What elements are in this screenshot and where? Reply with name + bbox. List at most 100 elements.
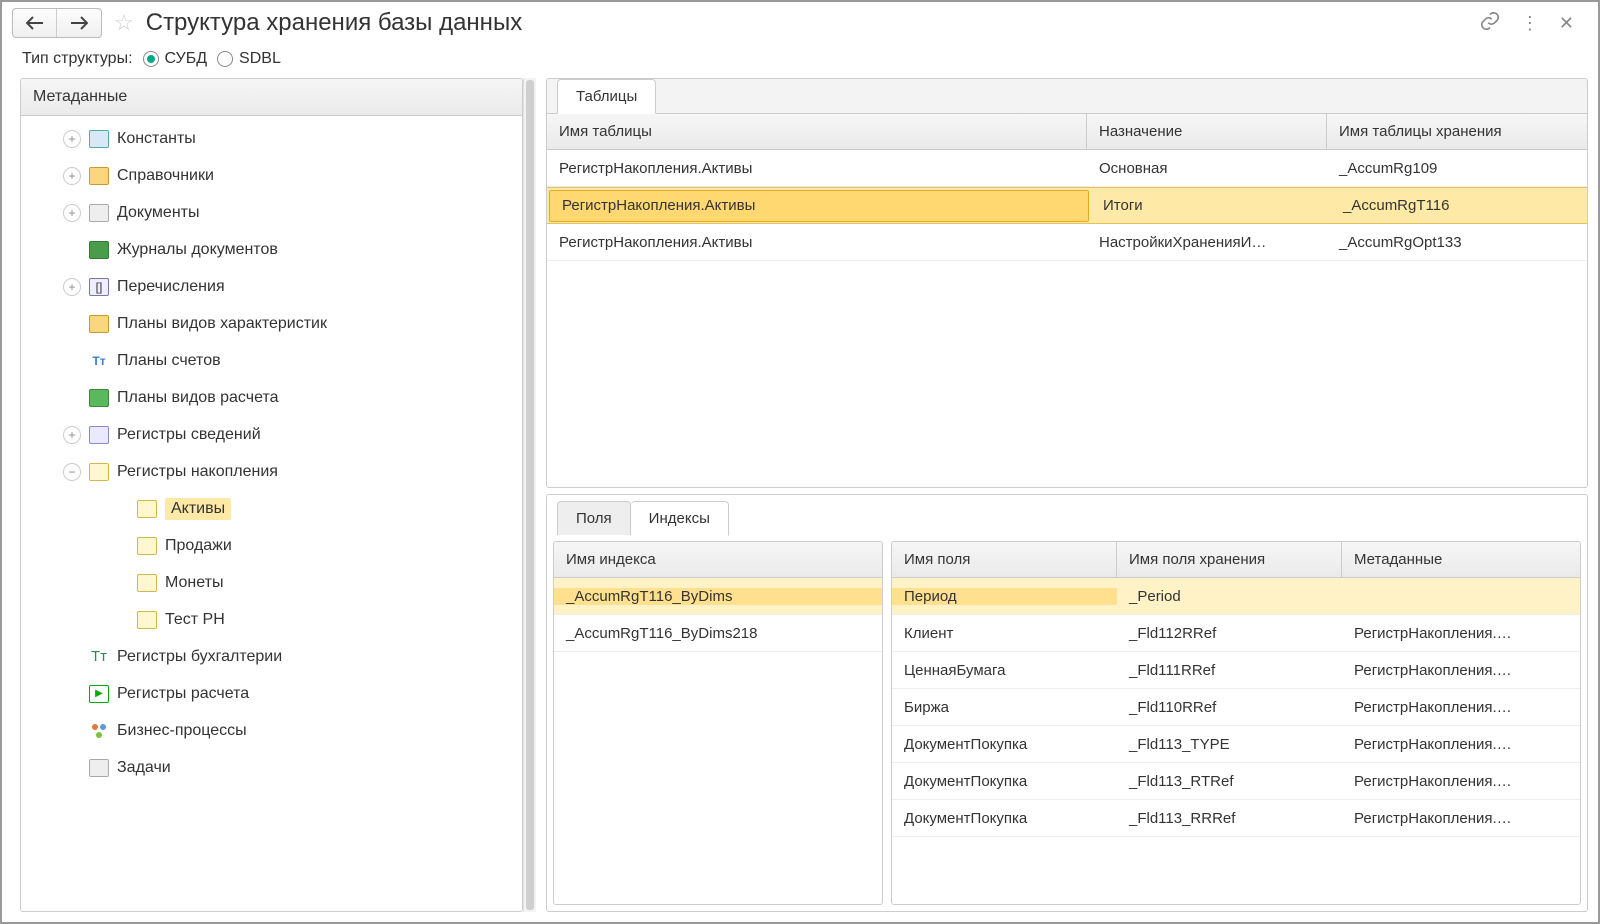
cell: _Fld110RRef (1117, 699, 1342, 716)
expander-icon[interactable]: + (63, 426, 81, 444)
catalog-icon (89, 167, 109, 185)
tables-tabstrip: Таблицы (547, 79, 1587, 114)
col-purpose[interactable]: Назначение (1087, 114, 1327, 149)
tree-item-label: Активы (165, 498, 231, 520)
tree-item[interactable]: +Документы (21, 194, 522, 231)
expander-icon[interactable]: + (63, 204, 81, 222)
tree-item[interactable]: Журналы документов (21, 231, 522, 268)
tree-item[interactable]: Планы видов характеристик (21, 305, 522, 342)
radio-subd[interactable]: СУБД (143, 50, 208, 68)
tree-item[interactable]: Задачи (21, 749, 522, 786)
tables-section: Таблицы Имя таблицы Назначение Имя табли… (546, 78, 1588, 488)
cell: РегистрНакопления.… (1342, 810, 1580, 827)
table-row[interactable]: РегистрНакопления.АктивыНастройкиХранени… (547, 224, 1587, 261)
col-field-name[interactable]: Имя поля (892, 542, 1117, 577)
field-row[interactable]: Биржа_Fld110RRefРегистрНакопления.… (892, 689, 1580, 726)
accreg-icon (137, 611, 157, 629)
nav-buttons (12, 8, 102, 38)
expander-icon[interactable]: − (63, 463, 81, 481)
tree-item[interactable]: Бизнес-процессы (21, 712, 522, 749)
main-layout: Метаданные +Константы+Справочники+Докуме… (2, 78, 1598, 922)
tab-fields[interactable]: Поля (557, 501, 631, 535)
expander-icon (63, 389, 81, 407)
expander-icon (111, 611, 129, 629)
tables-grid-header: Имя таблицы Назначение Имя таблицы хране… (547, 114, 1587, 150)
tab-tables[interactable]: Таблицы (557, 79, 656, 114)
cell: ЦеннаяБумага (892, 662, 1117, 679)
tab-indexes[interactable]: Индексы (631, 501, 729, 536)
tree-item-label: Регистры накопления (117, 463, 278, 481)
enum-icon: [] (89, 278, 109, 296)
expander-icon[interactable]: + (63, 278, 81, 296)
bookreg-icon: Tт (89, 648, 109, 666)
tree-item[interactable]: Активы (21, 490, 522, 527)
tree-item[interactable]: TтРегистры бухгалтерии (21, 638, 522, 675)
col-storage-name[interactable]: Имя таблицы хранения (1327, 114, 1587, 149)
cell: РегистрНакопления.… (1342, 773, 1580, 790)
index-row[interactable]: _AccumRgT116_ByDims (554, 578, 882, 615)
col-field-storage[interactable]: Имя поля хранения (1117, 542, 1342, 577)
field-row[interactable]: Клиент_Fld112RRefРегистрНакопления.… (892, 615, 1580, 652)
const-icon (89, 130, 109, 148)
tree-item-label: Планы счетов (117, 352, 221, 370)
cell: Период (892, 588, 1117, 605)
tree-item[interactable]: +Константы (21, 120, 522, 157)
field-row[interactable]: ДокументПокупка_Fld113_RTRefРегистрНакоп… (892, 763, 1580, 800)
expander-icon (63, 648, 81, 666)
forward-button[interactable] (57, 9, 101, 37)
tables-rows: РегистрНакопления.АктивыОсновная_AccumRg… (547, 150, 1587, 487)
link-svg-icon (1479, 10, 1501, 32)
table-row[interactable]: РегистрНакопления.АктивыОсновная_AccumRg… (547, 150, 1587, 187)
tree-item-label: Тест РН (165, 611, 225, 629)
scrollbar-thumb[interactable] (526, 80, 534, 910)
cell: РегистрНакопления.… (1342, 699, 1580, 716)
expander-icon (63, 685, 81, 703)
scrollbar-vertical[interactable] (523, 78, 536, 912)
indexes-header: Имя индекса (554, 542, 882, 578)
cell: _AccumRgT116 (1331, 197, 1587, 214)
table-row[interactable]: РегистрНакопления.АктивыИтоги_AccumRgT11… (547, 187, 1587, 224)
favorite-icon[interactable]: ☆ (114, 10, 134, 36)
tree-item[interactable]: + Справочники (21, 157, 522, 194)
radio-subd-label: СУБД (165, 50, 208, 68)
col-field-metadata[interactable]: Метаданные (1342, 542, 1580, 577)
link-icon[interactable] (1479, 10, 1501, 37)
fields-rows: Период_PeriodКлиент_Fld112RRefРегистрНак… (892, 578, 1580, 904)
col-table-name[interactable]: Имя таблицы (547, 114, 1087, 149)
tree-item[interactable]: Регистры расчета (21, 675, 522, 712)
tree-item[interactable]: Планы видов расчета (21, 379, 522, 416)
tree-body[interactable]: +Константы+Справочники+ДокументыЖурналы … (21, 116, 522, 911)
tree-item-label: Продажи (165, 537, 232, 555)
field-row[interactable]: ЦеннаяБумага_Fld111RRefРегистрНакопления… (892, 652, 1580, 689)
tree-item[interactable]: Продажи (21, 527, 522, 564)
more-icon[interactable]: ⋮ (1521, 13, 1539, 34)
expander-icon (63, 352, 81, 370)
tree-item[interactable]: +Регистры сведений (21, 416, 522, 453)
arrow-right-icon (70, 16, 88, 30)
tree-item-label: Справочники (117, 167, 214, 185)
cell: _AccumRgT116_ByDims218 (554, 625, 882, 642)
tree-item[interactable]: TтПланы счетов (21, 342, 522, 379)
tree-item[interactable]: +[]Перечисления (21, 268, 522, 305)
field-row[interactable]: Период_Period (892, 578, 1580, 615)
cell: РегистрНакопления.… (1342, 736, 1580, 753)
close-icon[interactable]: ✕ (1559, 13, 1574, 34)
field-row[interactable]: ДокументПокупка_Fld113_RRRefРегистрНакоп… (892, 800, 1580, 837)
radio-sdbl[interactable]: SDBL (217, 50, 281, 68)
cell: ДокументПокупка (892, 736, 1117, 753)
tree-item-label: Бизнес-процессы (117, 722, 247, 740)
cell: _Fld113_RTRef (1117, 773, 1342, 790)
tree-item-label: Задачи (117, 759, 171, 777)
index-row[interactable]: _AccumRgT116_ByDims218 (554, 615, 882, 652)
back-button[interactable] (13, 9, 57, 37)
tree-item[interactable]: − Регистры накопления (21, 453, 522, 490)
expander-icon[interactable]: + (63, 167, 81, 185)
inforeg-icon (89, 426, 109, 444)
col-index-name[interactable]: Имя индекса (554, 542, 882, 577)
expander-icon[interactable]: + (63, 130, 81, 148)
field-row[interactable]: ДокументПокупка_Fld113_TYPEРегистрНакопл… (892, 726, 1580, 763)
tree-item[interactable]: Тест РН (21, 601, 522, 638)
tree-item[interactable]: Монеты (21, 564, 522, 601)
expander-icon (63, 722, 81, 740)
cell: _AccumRg109 (1327, 160, 1587, 177)
